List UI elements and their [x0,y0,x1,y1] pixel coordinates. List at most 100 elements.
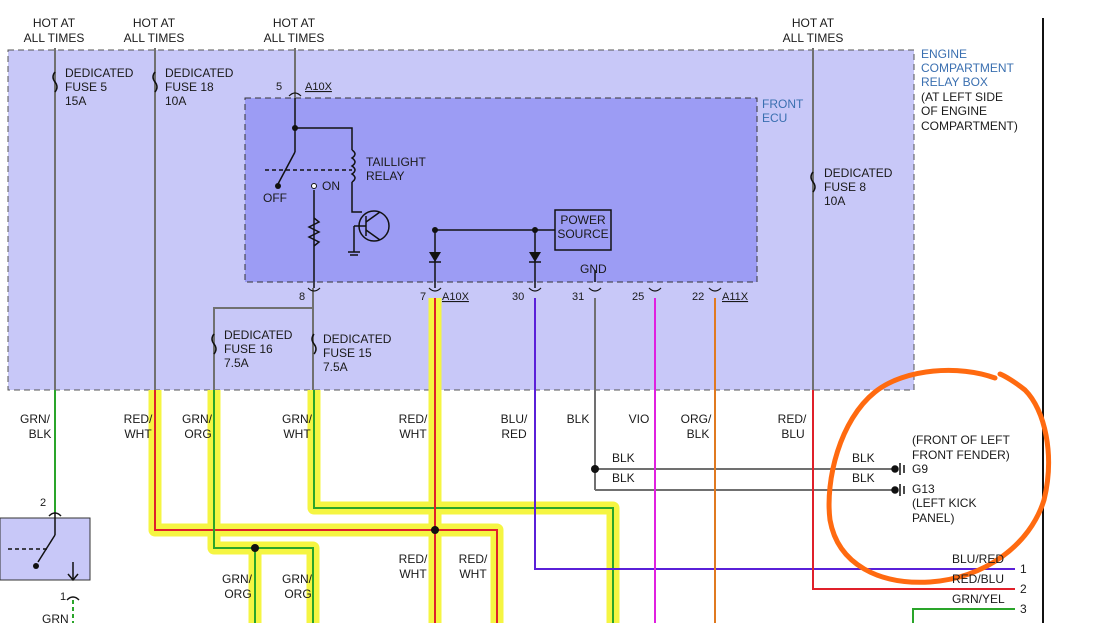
svg-text:POWER: POWER [560,213,606,227]
wire-label-blk: BLK [567,412,590,426]
wire-label-grn-wht: GRN/ WHT [282,412,313,441]
svg-text:ORG: ORG [224,587,251,601]
wire-label-red-wht-1: RED/ WHT [124,412,153,441]
svg-text:PANEL): PANEL) [912,511,954,525]
wire-label-blu-red: BLU/ RED [501,412,528,441]
svg-text:GRN/: GRN/ [282,572,313,586]
ground-g9-label: G9 [912,462,928,476]
svg-text:10A: 10A [165,94,186,108]
svg-text:BLU/: BLU/ [501,412,528,426]
svg-text:DEDICATED: DEDICATED [65,66,134,80]
wire-label-bottom-left-grn: GRN [42,612,69,623]
svg-text:GRN/: GRN/ [282,412,313,426]
svg-text:HOT AT: HOT AT [273,16,316,30]
svg-text:GRN/: GRN/ [20,412,51,426]
svg-text:DEDICATED: DEDICATED [323,332,392,346]
svg-text:RED: RED [501,427,527,441]
gnd-label: GND [580,262,607,276]
wire-label-grn-org: GRN/ ORG [182,412,213,441]
svg-text:RELAY BOX: RELAY BOX [921,75,988,89]
svg-text:(AT LEFT SIDE: (AT LEFT SIDE [921,90,1003,104]
svg-text:DEDICATED: DEDICATED [824,166,893,180]
hot-label-2: HOT AT ALL TIMES [124,16,185,45]
ground-g13-label: G13 [912,482,935,496]
hot-label-1: HOT AT ALL TIMES [24,16,85,45]
svg-text:RELAY: RELAY [366,169,404,183]
svg-text:7.5A: 7.5A [323,360,348,374]
pin-22-label: 22 [692,291,704,303]
pin-30-label: 30 [512,291,524,303]
svg-text:BLK: BLK [687,427,710,441]
wiring-diagram: HOT AT ALL TIMES HOT AT ALL TIMES HOT AT… [0,16,1052,623]
svg-text:ECU: ECU [762,111,787,125]
top-pin-label: 5 [276,81,282,93]
svg-text:ORG: ORG [284,587,311,601]
svg-text:RED/: RED/ [124,412,153,426]
svg-text:WHT: WHT [124,427,152,441]
pin-8-label: 8 [299,291,305,303]
svg-text:ALL TIMES: ALL TIMES [24,31,85,45]
svg-text:BLK: BLK [29,427,52,441]
out-label-grn-yel: GRN/YEL [952,592,1005,606]
svg-text:GRN/: GRN/ [182,412,213,426]
left-switch-contact [33,563,39,569]
connector-a10x-label: A10X [442,291,470,303]
svg-text:FRONT: FRONT [762,97,804,111]
svg-text:FUSE 16: FUSE 16 [224,342,273,356]
wire-label-vio: VIO [629,412,650,426]
svg-text:RED/: RED/ [778,412,807,426]
hot-label-4: HOT AT ALL TIMES [783,16,844,45]
svg-text:TAILLIGHT: TAILLIGHT [366,155,426,169]
svg-text:FRONT FENDER): FRONT FENDER) [912,448,1010,462]
svg-text:HOT AT: HOT AT [33,16,76,30]
svg-text:COMPARTMENT): COMPARTMENT) [921,119,1018,133]
switch-off-label: OFF [263,191,287,205]
power-source-label: POWER SOURCE [557,213,608,241]
svg-text:FUSE 5: FUSE 5 [65,80,107,94]
wire-label-red-wht-lower-b: RED/ WHT [459,552,488,581]
svg-text:WHT: WHT [283,427,311,441]
blk-label-1: BLK [612,451,635,465]
svg-text:ORG: ORG [184,427,211,441]
wire-label-red-wht-2: RED/ WHT [399,412,428,441]
svg-text:ORG/: ORG/ [681,412,712,426]
switch-pin-1: 1 [60,591,66,603]
blk-label-2: BLK [612,471,635,485]
ground-g13-desc: (LEFT KICK PANEL) [912,496,976,525]
switch-contact-off [275,183,281,189]
top-connector-label: A10X [305,81,333,93]
hot-label-3: HOT AT ALL TIMES [264,16,325,45]
svg-text:SOURCE: SOURCE [557,227,608,241]
svg-text:DEDICATED: DEDICATED [165,66,234,80]
svg-text:DEDICATED: DEDICATED [224,328,293,342]
pin-31-label: 31 [572,291,584,303]
svg-text:7.5A: 7.5A [224,356,249,370]
svg-text:FUSE 18: FUSE 18 [165,80,214,94]
svg-text:OF ENGINE: OF ENGINE [921,104,987,118]
svg-text:RED/: RED/ [399,552,428,566]
blk-label-3: BLK [852,451,875,465]
right-pin-2: 2 [1020,582,1027,596]
svg-text:RED/: RED/ [399,412,428,426]
switch-pin-2: 2 [40,497,46,509]
svg-text:WHT: WHT [399,427,427,441]
ground-g9-desc: (FRONT OF LEFT FRONT FENDER) [912,433,1010,462]
svg-text:RED/: RED/ [459,552,488,566]
svg-text:WHT: WHT [399,567,427,581]
svg-text:ALL TIMES: ALL TIMES [264,31,325,45]
right-pin-3: 3 [1020,602,1027,616]
switch-contact-on [311,183,317,189]
svg-text:WHT: WHT [459,567,487,581]
wire-label-red-wht-lower-a: RED/ WHT [399,552,428,581]
blk-label-4: BLK [852,471,875,485]
svg-text:ALL TIMES: ALL TIMES [124,31,185,45]
wire-label-org-blk: ORG/ BLK [681,412,712,441]
wire-label-grn-org-lower-a: GRN/ ORG [222,572,253,601]
ground-symbols [891,463,905,496]
svg-text:GRN/: GRN/ [222,572,253,586]
svg-text:(LEFT KICK: (LEFT KICK [912,496,976,510]
svg-text:HOT AT: HOT AT [133,16,176,30]
wire-label-red-blu: RED/ BLU [778,412,807,441]
pin-7-label: 7 [420,291,426,303]
svg-text:10A: 10A [824,194,845,208]
